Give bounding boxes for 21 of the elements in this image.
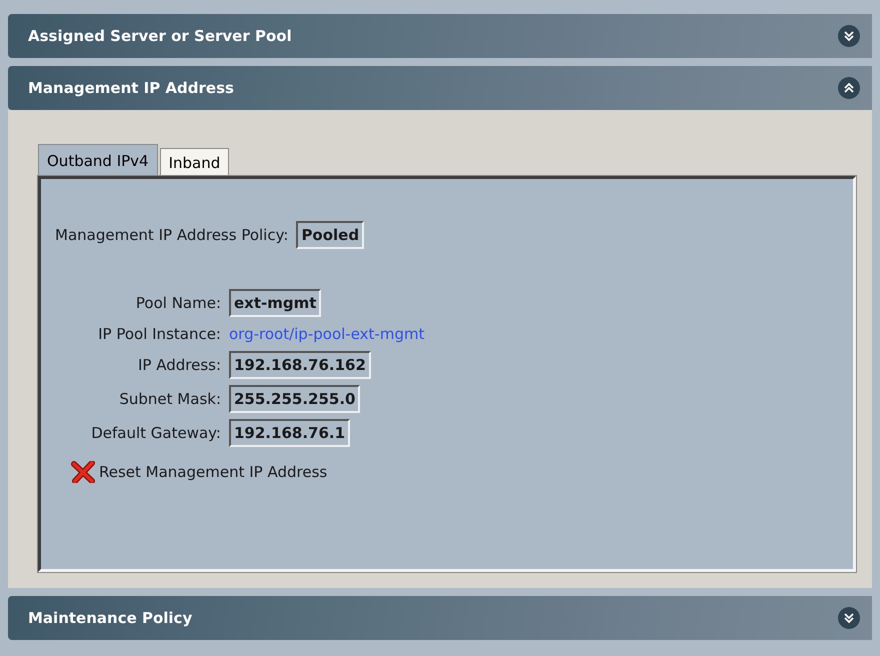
value-field: 192.168.76.1 xyxy=(229,419,350,447)
tab[interactable]: Outband IPv4 xyxy=(38,144,158,176)
section-title[interactable]: Management IP Address xyxy=(28,79,234,97)
field-label: Pool Name: xyxy=(136,294,221,312)
chevron-icon[interactable] xyxy=(838,607,860,629)
field-label: IP Pool Instance: xyxy=(98,325,221,343)
field-label: Default Gateway: xyxy=(91,424,221,442)
delete-icon[interactable] xyxy=(71,461,95,483)
field-label: Subnet Mask: xyxy=(119,390,221,408)
value-field: ext-mgmt xyxy=(229,289,322,317)
value-field: 255.255.255.0 xyxy=(229,385,360,413)
section-title[interactable]: Maintenance Policy xyxy=(28,609,192,627)
field-label: Management IP Address Policy: xyxy=(55,226,288,244)
value-field: 192.168.76.162 xyxy=(229,351,371,379)
chevron-icon[interactable] xyxy=(838,77,860,99)
reset-link[interactable]: Reset Management IP Address xyxy=(99,463,328,481)
tab[interactable]: Inband xyxy=(160,148,230,176)
chevron-icon[interactable] xyxy=(838,25,860,47)
section-title[interactable]: Assigned Server or Server Pool xyxy=(28,27,292,45)
value-field: Pooled xyxy=(296,221,364,249)
field-label: IP Address: xyxy=(138,356,221,374)
